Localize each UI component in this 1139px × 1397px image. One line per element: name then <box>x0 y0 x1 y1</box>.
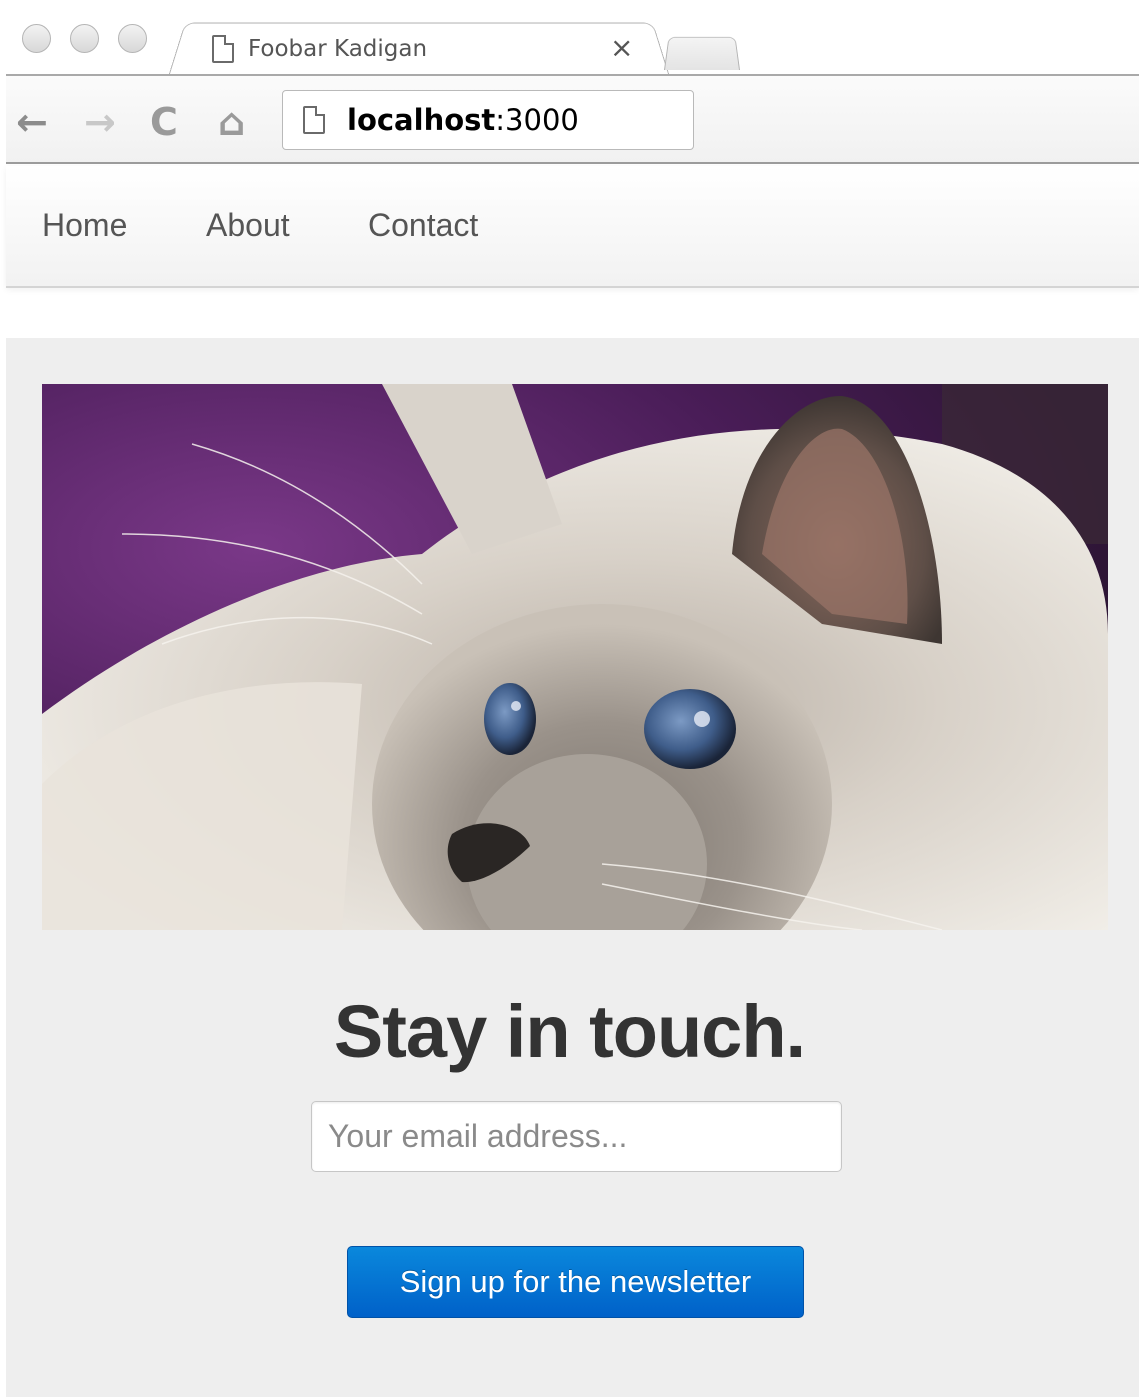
nav-link-home[interactable]: Home <box>42 206 127 244</box>
close-tab-icon[interactable]: × <box>610 32 633 64</box>
newsletter-signup-button[interactable]: Sign up for the newsletter <box>347 1246 804 1318</box>
page-headline: Stay in touch. <box>333 990 806 1073</box>
hero-image <box>42 384 1108 930</box>
nav-link-contact[interactable]: Contact <box>368 206 478 244</box>
browser-tab-content: Foobar Kadigan <box>212 28 652 70</box>
close-window-button[interactable] <box>22 24 51 53</box>
minimize-window-button[interactable] <box>70 24 99 53</box>
zoom-window-button[interactable] <box>118 24 147 53</box>
page-icon <box>303 106 325 134</box>
email-input[interactable] <box>311 1101 842 1172</box>
reload-icon[interactable]: C <box>150 100 178 144</box>
back-arrow-icon[interactable]: ← <box>16 100 48 144</box>
forward-arrow-icon[interactable]: → <box>84 100 116 144</box>
home-icon[interactable]: ⌂ <box>218 100 245 144</box>
tab-title: Foobar Kadigan <box>248 36 428 62</box>
site-navbar <box>6 166 1139 288</box>
page-icon <box>212 35 234 63</box>
url-port: :3000 <box>495 103 579 137</box>
new-tab-button[interactable] <box>664 36 740 70</box>
nav-link-about[interactable]: About <box>206 206 290 244</box>
address-bar-url: localhost:3000 <box>347 103 579 137</box>
address-bar[interactable]: localhost:3000 <box>282 90 694 150</box>
cat-photo <box>42 384 1108 930</box>
url-host: localhost <box>347 103 496 137</box>
